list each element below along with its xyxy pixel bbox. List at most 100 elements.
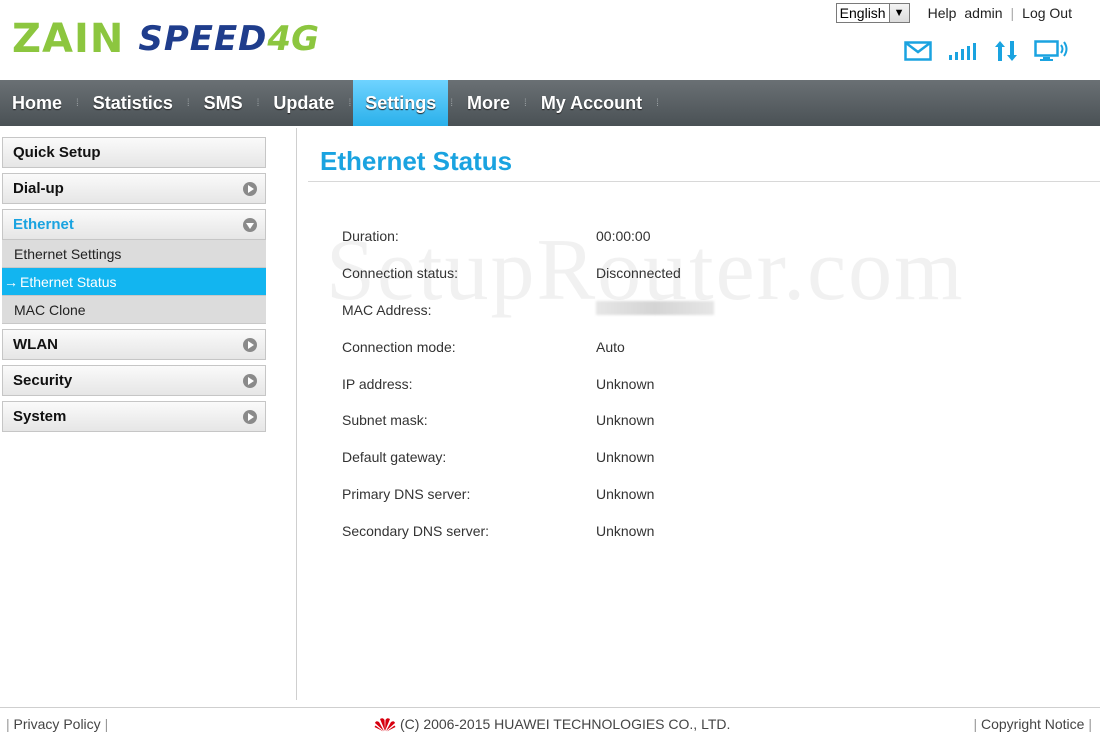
- status-label: Subnet mask:: [342, 412, 428, 429]
- main-nav: Home ⁞ Statistics ⁞ SMS ⁞ Update ⁞ Setti…: [0, 80, 1100, 126]
- status-row-secondary-dns: Secondary DNS server: Unknown: [342, 512, 796, 549]
- sidebar-item-quick-setup[interactable]: Quick Setup: [2, 137, 266, 168]
- mail-icon[interactable]: [904, 41, 932, 61]
- separator: |: [104, 716, 109, 732]
- sidebar-item-label: WLAN: [13, 336, 58, 353]
- logo-4g-text: 4G: [267, 19, 319, 59]
- expand-arrow-icon: [243, 409, 257, 424]
- copyright-notice-link[interactable]: Copyright Notice: [981, 716, 1085, 732]
- status-row-duration: Duration: 00:00:00: [342, 218, 796, 255]
- separator: |: [973, 716, 978, 732]
- footer-divider: [0, 707, 1100, 708]
- status-row-primary-dns: Primary DNS server: Unknown: [342, 476, 796, 513]
- status-row-connection-mode: Connection mode: Auto: [342, 328, 796, 365]
- sidebar-subitem-label: Ethernet Settings: [14, 245, 122, 262]
- status-row-ip-address: IP address: Unknown: [342, 365, 796, 402]
- separator: |: [1088, 716, 1092, 732]
- logo-zain-text: ZAIN: [12, 16, 125, 62]
- ethernet-status-table: Duration: 00:00:00 Connection status: Di…: [342, 218, 796, 549]
- page-title: Ethernet Status: [320, 146, 513, 176]
- status-label: Connection mode:: [342, 338, 456, 355]
- signal-strength-icon: [949, 43, 976, 60]
- collapse-arrow-icon: [243, 217, 257, 232]
- status-icons: [904, 40, 1068, 62]
- sidebar-subitem-label: Ethernet Status: [20, 273, 117, 290]
- connected-device-icon: [1034, 40, 1068, 61]
- sidebar-subitem-label: MAC Clone: [14, 301, 86, 318]
- status-value: Unknown: [596, 449, 655, 466]
- sidebar-item-ethernet[interactable]: Ethernet: [2, 209, 266, 240]
- zain-speed4g-logo: ZAIN SPEED 4G: [12, 14, 319, 64]
- right-arrow-icon: →: [4, 273, 18, 290]
- status-label: Connection status:: [342, 265, 458, 282]
- sidebar-subitem-ethernet-status[interactable]: → Ethernet Status: [2, 268, 266, 296]
- nav-settings[interactable]: Settings: [353, 80, 449, 126]
- separator: |: [6, 716, 10, 732]
- status-label: Duration:: [342, 228, 399, 245]
- sidebar-subitem-mac-clone[interactable]: MAC Clone: [2, 296, 266, 324]
- logout-link[interactable]: Log Out: [1022, 5, 1072, 21]
- expand-arrow-icon: [243, 373, 257, 388]
- footer-left: | Privacy Policy |: [6, 716, 108, 732]
- status-row-subnet-mask: Subnet mask: Unknown: [342, 402, 796, 439]
- status-value-redacted: [596, 301, 796, 318]
- sidebar-item-wlan[interactable]: WLAN: [2, 329, 266, 360]
- status-value: Unknown: [596, 375, 655, 392]
- sidebar-item-label: Security: [13, 372, 73, 389]
- nav-separator: ⁞: [76, 97, 79, 109]
- title-divider: [308, 181, 1100, 182]
- nav-separator: ⁞: [348, 97, 352, 109]
- nav-update[interactable]: Update: [261, 80, 346, 126]
- ethernet-submenu: Ethernet Settings → Ethernet Status MAC …: [2, 240, 266, 324]
- logo-speed-text: SPEED: [138, 19, 268, 59]
- sidebar-item-system[interactable]: System: [2, 401, 266, 432]
- language-select[interactable]: English ▼: [835, 3, 910, 23]
- user-name: admin: [964, 5, 1003, 21]
- status-value: Auto: [596, 338, 625, 355]
- nav-separator: ⁞: [656, 97, 659, 109]
- status-row-connection-status: Connection status: Disconnected: [342, 255, 796, 292]
- copyright-text: (C) 2006-2015 HUAWEI TECHNOLOGIES CO., L…: [400, 716, 731, 732]
- nav-separator: ⁞: [186, 97, 190, 109]
- sidebar-subitem-ethernet-settings[interactable]: Ethernet Settings: [2, 240, 266, 268]
- redacted-mac-address: [596, 301, 714, 316]
- privacy-policy-link[interactable]: Privacy Policy: [14, 716, 101, 732]
- sidebar-item-label: Dial-up: [13, 180, 64, 197]
- status-label: Default gateway:: [342, 449, 447, 466]
- top-links: English ▼ Help admin | Log Out: [835, 3, 1072, 23]
- status-value: Unknown: [596, 485, 655, 502]
- header: ZAIN SPEED 4G English ▼ Help admin | Log…: [0, 0, 1100, 80]
- sidebar-item-security[interactable]: Security: [2, 365, 266, 396]
- nav-more[interactable]: More: [455, 80, 522, 126]
- huawei-logo-icon: [374, 718, 396, 732]
- sidebar-item-label: System: [13, 408, 67, 425]
- chevron-down-icon: ▼: [888, 4, 909, 22]
- nav-statistics[interactable]: Statistics: [81, 80, 185, 126]
- status-label: Primary DNS server:: [342, 485, 471, 502]
- status-label: MAC Address:: [342, 301, 432, 318]
- nav-separator: ⁞: [524, 97, 527, 109]
- status-row-mac-address: MAC Address:: [342, 292, 796, 329]
- expand-arrow-icon: [243, 181, 257, 196]
- language-select-value: English: [839, 5, 886, 21]
- nav-my-account[interactable]: My Account: [529, 80, 654, 126]
- status-label: Secondary DNS server:: [342, 522, 490, 539]
- sidebar-item-label: Ethernet: [13, 216, 74, 233]
- footer-right: | Copyright Notice |: [973, 716, 1092, 732]
- separator: |: [1010, 5, 1015, 21]
- footer-copyright: (C) 2006-2015 HUAWEI TECHNOLOGIES CO., L…: [374, 716, 730, 732]
- help-link[interactable]: Help: [928, 5, 957, 21]
- sidebar-item-dialup[interactable]: Dial-up: [2, 173, 266, 204]
- sidebar-item-label: Quick Setup: [13, 144, 101, 161]
- status-row-default-gateway: Default gateway: Unknown: [342, 439, 796, 476]
- status-value: Unknown: [596, 522, 655, 539]
- nav-sms[interactable]: SMS: [192, 80, 255, 126]
- status-value: 00:00:00: [596, 228, 651, 245]
- nav-separator: ⁞: [450, 97, 454, 109]
- status-value: Unknown: [596, 412, 655, 429]
- nav-home[interactable]: Home: [0, 80, 74, 126]
- data-transfer-icon: [995, 41, 1017, 61]
- expand-arrow-icon: [243, 337, 257, 352]
- status-value: Disconnected: [596, 265, 681, 282]
- content-divider: [296, 128, 297, 700]
